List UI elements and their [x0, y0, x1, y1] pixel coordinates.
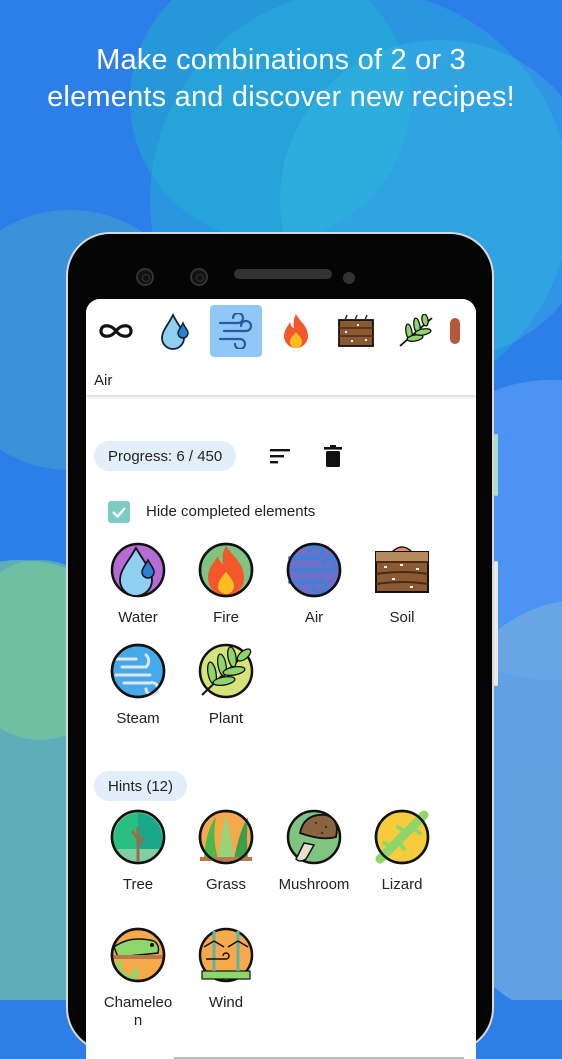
- phone-frame: Air Progress: 6 / 450 Hide completed ele…: [66, 232, 498, 1059]
- fire-icon: [284, 314, 308, 348]
- air-icon: [286, 542, 342, 598]
- element-plant[interactable]: Plant: [182, 643, 270, 728]
- app-screen: Air Progress: 6 / 450 Hide completed ele…: [86, 299, 476, 1059]
- hint-label: Chameleon: [103, 994, 173, 1029]
- element-label: Water: [118, 609, 158, 626]
- hint-mushroom[interactable]: Mushroom: [270, 809, 358, 894]
- sort-icon: [270, 449, 290, 464]
- element-label: Soil: [389, 609, 415, 626]
- plant-icon: [198, 643, 254, 699]
- wind-turbine-icon: [198, 927, 254, 983]
- hint-label: Lizard: [381, 876, 423, 893]
- leaf-icon: [399, 314, 433, 347]
- speaker-grille: [234, 269, 332, 279]
- tab-all[interactable]: [90, 305, 142, 357]
- phone-volume-button: [494, 561, 498, 686]
- soil-icon: [338, 314, 374, 347]
- front-sensor: [190, 268, 208, 286]
- hint-wind[interactable]: Wind: [182, 927, 270, 1012]
- lizard-icon: [374, 809, 430, 865]
- wind-icon: [218, 313, 253, 349]
- tab-soil[interactable]: [330, 305, 382, 357]
- promo-headline: Make combinations of 2 or 3 elements and…: [47, 44, 515, 113]
- hints-badge[interactable]: Hints (12): [94, 771, 188, 801]
- hide-completed-label: Hide completed elements: [146, 503, 316, 520]
- sort-button[interactable]: [266, 442, 294, 470]
- element-label: Steam: [116, 710, 160, 727]
- hint-label: Grass: [205, 876, 246, 893]
- soil-icon: [375, 546, 429, 593]
- category-tabs: Air: [86, 299, 476, 395]
- element-water[interactable]: Water: [94, 542, 182, 627]
- element-label: Air: [304, 609, 324, 626]
- hint-label: Wind: [208, 994, 244, 1011]
- tab-air[interactable]: [210, 305, 262, 357]
- proximity-sensor: [343, 272, 355, 284]
- partial-icon: [450, 318, 460, 344]
- delete-button[interactable]: [319, 442, 347, 470]
- water-drop-icon: [161, 312, 189, 350]
- element-fire[interactable]: Fire: [182, 542, 270, 627]
- tab-more[interactable]: [450, 305, 476, 357]
- tab-plant[interactable]: [390, 305, 442, 357]
- steam-icon: [110, 643, 166, 699]
- fire-icon: [198, 542, 254, 598]
- grass-icon: [198, 809, 254, 865]
- water-icon: [110, 542, 166, 598]
- trash-icon: [324, 445, 342, 467]
- tab-water[interactable]: [150, 305, 202, 357]
- hint-grass[interactable]: Grass: [182, 809, 270, 894]
- hint-lizard[interactable]: Lizard: [358, 809, 446, 894]
- hide-completed-checkbox[interactable]: [108, 501, 130, 523]
- selected-category-label: Air: [94, 372, 113, 389]
- element-air[interactable]: Air: [270, 542, 358, 627]
- element-steam[interactable]: Steam: [94, 643, 182, 728]
- progress-badge: Progress: 6 / 450: [94, 441, 237, 471]
- hint-tree[interactable]: Tree: [94, 809, 182, 894]
- phone-side-button: [494, 434, 498, 496]
- checkmark-icon: [112, 507, 126, 519]
- chameleon-icon: [110, 927, 166, 983]
- tree-icon: [110, 809, 166, 865]
- front-camera: [136, 268, 154, 286]
- element-label: Plant: [208, 710, 244, 727]
- hint-chameleon[interactable]: Chameleon: [94, 927, 182, 1030]
- element-soil[interactable]: Soil: [358, 542, 446, 627]
- tab-fire[interactable]: [270, 305, 322, 357]
- mushroom-icon: [286, 809, 342, 865]
- infinity-icon: [99, 324, 133, 338]
- hint-label: Tree: [122, 876, 154, 893]
- hint-label: Mushroom: [278, 876, 350, 893]
- element-label: Fire: [213, 609, 239, 626]
